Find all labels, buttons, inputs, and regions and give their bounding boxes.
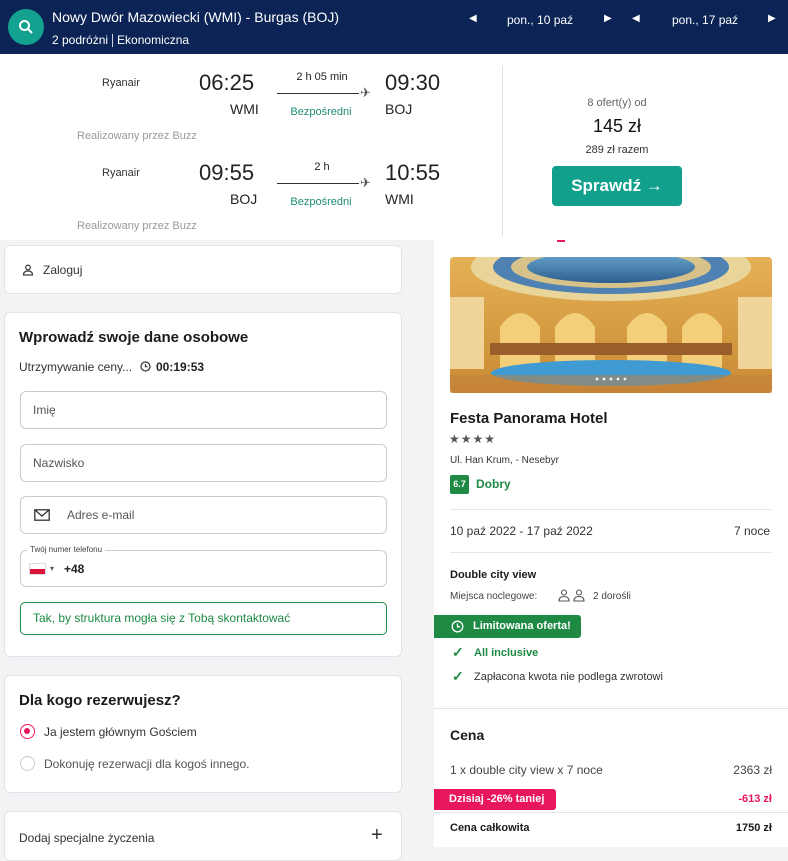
stay-nights: 7 noce — [734, 524, 771, 538]
operated-by-inbound: Realizowany przez Buzz — [77, 220, 197, 232]
arr-time-inbound: 10:55 — [385, 160, 441, 185]
divider — [434, 812, 788, 813]
travellers-count: 2 podróżni — [52, 33, 109, 47]
special-requests-label: Dodaj specjalne życzenia — [19, 831, 155, 845]
login-card[interactable]: Zaloguj — [4, 245, 402, 294]
flight-summary-card: Ryanair 06:25 WMI 2 h 05 min ✈ Bezpośred… — [0, 54, 788, 240]
rating-badge: 6.7 — [450, 475, 469, 494]
email-input[interactable]: Adres e-mail — [20, 496, 387, 534]
divider — [434, 708, 788, 709]
arr-code-inbound: WMI — [385, 191, 414, 207]
email-placeholder: Adres e-mail — [67, 508, 135, 522]
direct-label-outbound: Bezpośredni — [290, 106, 352, 118]
offers-count: 8 ofert(y) od — [587, 97, 647, 109]
total-value: 1750 zł — [735, 822, 772, 834]
airline-inbound: Ryanair — [102, 167, 140, 179]
login-label: Zaloguj — [43, 263, 83, 277]
limited-offer-label: Limitowana oferta! — [473, 620, 571, 632]
check-icon: ✓ — [452, 644, 464, 660]
date-outbound[interactable]: pon., 10 paź — [507, 13, 573, 27]
user-icon — [22, 264, 34, 276]
duration-inbound: 2 h — [314, 161, 330, 173]
divider — [502, 66, 503, 236]
last-name-input[interactable]: Nazwisko — [20, 444, 387, 482]
personal-data-card: Wprowadź swoje dane osobowe Utrzymywanie… — [4, 312, 402, 657]
non-refundable-label: Zapłacona kwota nie podlega zwrotowi — [474, 671, 663, 683]
beds-label: Miejsca noclegowe: — [450, 591, 538, 602]
route-title: Nowy Dwór Mazowiecki (WMI) - Burgas (BOJ… — [52, 9, 340, 25]
envelope-icon — [34, 509, 50, 521]
hotel-address: Ul. Han Krum, - Nesebyr — [450, 455, 559, 466]
price-hold-timer: 00:19:53 — [156, 360, 205, 374]
price-title: Cena — [450, 727, 485, 743]
special-requests-card[interactable]: Dodaj specjalne życzenia + — [4, 811, 402, 861]
phone-input[interactable]: Twój numer telefonu ▾ +48 — [20, 544, 387, 587]
prev-date-out-icon[interactable]: ◀ — [469, 13, 477, 24]
plane-icon: ✈ — [360, 85, 371, 100]
hotel-name[interactable]: Festa Panorama Hotel — [450, 410, 608, 427]
radio-other[interactable] — [20, 756, 35, 771]
hotel-stars: ★★★★ — [449, 432, 497, 446]
operated-by-outbound: Realizowany przez Buzz — [77, 130, 197, 142]
plane-icon: ✈ — [360, 175, 371, 190]
flight-price: 145 zł — [592, 116, 642, 136]
phone-hint: Tak, by struktura mogła się z Tobą skont… — [20, 602, 387, 635]
search-header: Nowy Dwór Mazowiecki (WMI) - Burgas (BOJ… — [0, 0, 788, 54]
price-line-value: 2363 zł — [733, 763, 772, 777]
next-date-back-icon[interactable]: ▶ — [768, 13, 776, 24]
dep-time-outbound: 06:25 — [199, 70, 255, 95]
duration-outbound: 2 h 05 min — [296, 71, 348, 83]
radio-self[interactable] — [20, 724, 35, 739]
direct-label-inbound: Bezpośredni — [290, 196, 352, 208]
prev-date-back-icon[interactable]: ◀ — [632, 13, 640, 24]
arr-code-outbound: BOJ — [385, 101, 413, 117]
discount-badge: Dzisiaj -26% taniej — [434, 789, 556, 810]
plus-icon[interactable]: + — [371, 824, 383, 847]
cabin-class: Ekonomiczna — [117, 33, 190, 47]
divider — [450, 509, 772, 510]
next-date-out-icon[interactable]: ▶ — [604, 13, 612, 24]
check-button[interactable]: Sprawdź → — [552, 166, 682, 206]
flight-total: 289 zł razem — [585, 144, 649, 156]
booking-for-card: Dla kogo rezerwujesz? Ja jestem głównym … — [4, 675, 402, 793]
trip-summary: 2 podróżni Ekonomiczna — [52, 33, 190, 48]
rating-label: Dobry — [476, 477, 511, 491]
phone-prefix: +48 — [64, 562, 85, 576]
flight-line — [277, 183, 359, 184]
option-other-label[interactable]: Dokonuję rezerwacji dla kogoś innego. — [44, 757, 249, 771]
flight-line — [277, 93, 359, 94]
accent-mark — [557, 240, 565, 242]
date-return[interactable]: pon., 17 paź — [672, 13, 738, 27]
dep-code-outbound: WMI — [230, 101, 259, 117]
guests-icon — [558, 589, 585, 602]
arr-time-outbound: 09:30 — [385, 70, 441, 95]
guests-count: 2 dorośli — [593, 591, 631, 602]
check-icon: ✓ — [452, 668, 464, 684]
clock-icon — [140, 361, 151, 372]
clock-icon — [451, 620, 464, 633]
dep-code-inbound: BOJ — [230, 191, 258, 207]
first-name-input[interactable]: Imię — [20, 391, 387, 429]
price-line-label: 1 x double city view x 7 noce — [450, 763, 603, 777]
dep-time-inbound: 09:55 — [199, 160, 255, 185]
search-button[interactable] — [8, 9, 44, 45]
all-inclusive-label: All inclusive — [474, 647, 539, 659]
discount-value: -613 zł — [738, 793, 772, 805]
airline-outbound: Ryanair — [102, 77, 140, 89]
search-icon — [19, 20, 33, 34]
total-label: Cena całkowita — [450, 822, 530, 834]
personal-data-title: Wprowadź swoje dane osobowe — [19, 329, 249, 346]
room-type: Double city view — [450, 569, 537, 581]
limited-offer-badge: Limitowana oferta! — [434, 615, 581, 638]
option-self-label[interactable]: Ja jestem głównym Gościem — [44, 725, 197, 739]
flag-pl-icon[interactable] — [29, 563, 46, 575]
divider — [450, 552, 772, 553]
stay-dates: 10 paź 2022 - 17 paź 2022 — [450, 524, 593, 538]
caret-down-icon[interactable]: ▾ — [50, 551, 54, 587]
hotel-photo[interactable] — [450, 257, 772, 393]
price-hold-label: Utrzymywanie ceny... — [19, 360, 133, 374]
booking-for-title: Dla kogo rezerwujesz? — [19, 692, 181, 709]
